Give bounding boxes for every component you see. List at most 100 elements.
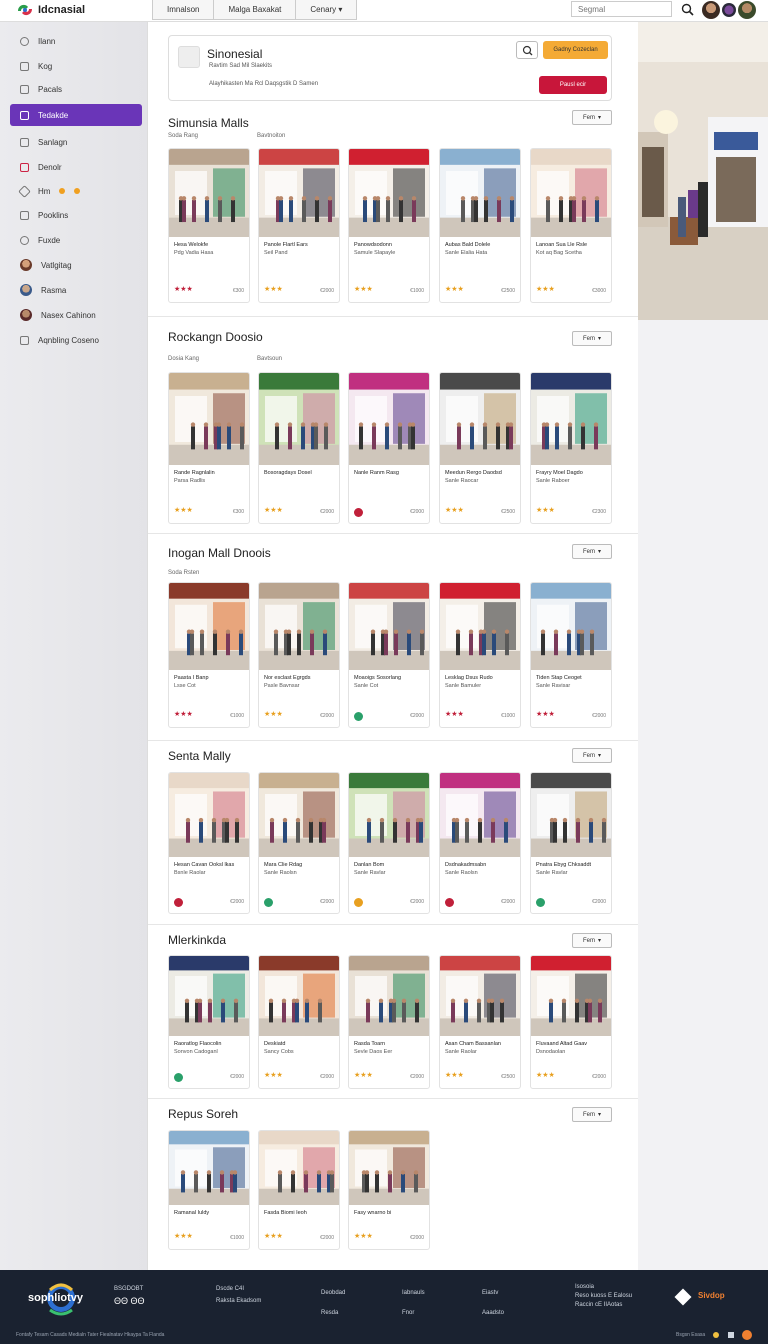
sidebar-item-8[interactable]: Pooklins [10, 204, 142, 226]
store-image[interactable] [440, 583, 521, 670]
footer-bottom-links[interactable]: Bsgsn Esasa [676, 1332, 705, 1338]
filter-dropdown[interactable]: Fem ▾ [572, 748, 612, 763]
footer-link[interactable]: Isosoia [575, 1283, 632, 1292]
store-image[interactable] [169, 373, 250, 465]
brand-logo-icon[interactable] [16, 2, 34, 18]
store-image[interactable] [349, 1131, 430, 1205]
filter-dropdown[interactable]: Fem ▾ [572, 933, 612, 948]
store-image[interactable] [349, 149, 430, 237]
sidebar-item-13[interactable]: Aqnbling Coseno [10, 329, 142, 351]
card-title[interactable]: Frayry Moel Dagdo [536, 470, 583, 477]
sidebar-item-7[interactable]: Hm [10, 180, 142, 202]
store-image[interactable] [440, 773, 521, 857]
footer-brand[interactable]: sophliotvy [28, 1292, 83, 1304]
card-title[interactable]: Hesan Cavan Ooksl lkas [174, 862, 234, 869]
secondary-action-button[interactable]: Pausl ecir [539, 76, 607, 94]
product-card[interactable]: Danlan Bom Sanle Ravlar €2000 [348, 772, 430, 914]
product-card[interactable]: Rande Ragnlalin Parsa Radlis ★★★ €300 [168, 372, 250, 524]
card-title[interactable]: Panole Flartl Ears [264, 242, 308, 249]
card-title[interactable]: Rande Ragnlalin [174, 470, 215, 477]
card-title[interactable]: Pnatra Ebyg Chksaddt [536, 862, 591, 869]
product-card[interactable]: Raoratlog Flaocolin Sonvon Cadoganl €2000 [168, 955, 250, 1089]
card-title[interactable]: Ramanal Iuldy [174, 1210, 209, 1217]
product-card[interactable]: Rasda Toarn Sevle Daos Eer ★★★ €2000 [348, 955, 430, 1089]
product-card[interactable]: Aubas Bald Dolele Sanle Elalia Hata ★★★ €25… [439, 148, 521, 303]
store-image[interactable] [440, 373, 521, 465]
product-card[interactable]: Hesa Welokfe Pdg Vadia Hasa ★★★ €300 [168, 148, 250, 303]
product-card[interactable]: Fasy wnarno bi ★★★ €2000 [348, 1130, 430, 1250]
product-card[interactable]: Deskiatd Sancy Cobs ★★★ €2000 [258, 955, 340, 1089]
header-search-button[interactable] [516, 41, 538, 59]
card-title[interactable]: Fluvaand Altad Gaav [536, 1041, 587, 1048]
card-title[interactable]: Bosoragdays Dosel [264, 470, 312, 477]
footer-link[interactable]: Fnor [402, 1303, 425, 1323]
sidebar-item-3[interactable]: Pacals [10, 78, 142, 100]
card-title[interactable]: Paasta I Banp [174, 675, 209, 682]
store-image[interactable] [440, 149, 521, 237]
card-title[interactable]: Rasda Toarn [354, 1041, 385, 1048]
product-card[interactable]: Lesklag Dsus Rudo Sanle Bamuler ★★★ €1000 [439, 582, 521, 728]
filter-dropdown[interactable]: Fem ▾ [572, 110, 612, 125]
footer-link[interactable]: Reso kuoss E Ealosu [575, 1292, 632, 1301]
settings-icon[interactable] [728, 1332, 734, 1338]
product-card[interactable]: Panowdsodonn Samule Slapayle ★★★ €1000 [348, 148, 430, 303]
footer-link[interactable]: Dscde C4I [216, 1283, 261, 1295]
card-title[interactable]: Hesa Welokfe [174, 242, 208, 249]
store-image[interactable] [259, 583, 340, 670]
footer-link[interactable]: Raksta Ekadsom [216, 1295, 261, 1307]
footer-link[interactable]: Deobdad [321, 1283, 345, 1303]
footer-link[interactable]: Aaadsto [482, 1303, 504, 1323]
card-title[interactable]: Danlan Bom [354, 862, 384, 869]
product-card[interactable]: Panole Flartl Ears Seil Pand ★★★ €2000 [258, 148, 340, 303]
card-title[interactable]: Lesklag Dsus Rudo [445, 675, 493, 682]
user-avatar-2[interactable] [722, 3, 736, 17]
product-card[interactable]: Fasda Biomi Ieoh ★★★ €2000 [258, 1130, 340, 1250]
card-title[interactable]: Dsdnakadmsabn [445, 862, 486, 869]
partner-logo-icon[interactable] [674, 1288, 692, 1306]
footer-link[interactable]: Eiastv [482, 1283, 504, 1303]
partner-name[interactable]: Sivdop [698, 1290, 725, 1302]
sidebar-item-active[interactable]: Tedakde [10, 104, 142, 126]
sidebar-item-12[interactable]: Nasex Cahinon [10, 304, 142, 326]
help-icon[interactable] [742, 1330, 752, 1340]
card-title[interactable]: Tiden Stap Ceoget [536, 675, 582, 682]
top-tab-3[interactable]: Cenary ▾ [296, 0, 356, 19]
product-card[interactable]: Nanle Ranm Rasg €2000 [348, 372, 430, 524]
product-card[interactable]: Frayry Moel Dagdo Sanle Raboer ★★★ €2300 [530, 372, 612, 524]
filter-dropdown[interactable]: Fem ▾ [572, 331, 612, 346]
search-input[interactable] [571, 1, 672, 17]
footer-link[interactable]: Resda [321, 1303, 345, 1323]
card-title[interactable]: Mara Clie Rdag [264, 862, 302, 869]
product-card[interactable]: Fluvaand Altad Gaav Dsnodaolan ★★★ €2000 [530, 955, 612, 1089]
card-title[interactable]: Meedun Rergo Daodsd [445, 470, 502, 477]
search-icon[interactable] [681, 3, 694, 16]
store-image[interactable] [349, 583, 430, 670]
card-title[interactable]: Aubas Bald Dolele [445, 242, 490, 249]
store-image[interactable] [531, 956, 612, 1036]
store-image[interactable] [349, 956, 430, 1036]
filter-dropdown[interactable]: Fem ▾ [572, 1107, 612, 1122]
product-card[interactable]: Mara Clie Rdag Sanle Raolsn €2000 [258, 772, 340, 914]
brand-name[interactable]: Idcnasial [38, 4, 85, 16]
product-card[interactable]: Pnatra Ebyg Chksaddt Sanle Ravlar €2000 [530, 772, 612, 914]
filter-dropdown[interactable]: Fem ▾ [572, 544, 612, 559]
product-card[interactable]: Hesan Cavan Ooksl lkas Bsnle Raolar €2000 [168, 772, 250, 914]
sidebar-item-10[interactable]: Vatlgitag [10, 254, 142, 276]
card-title[interactable]: Asan Cham Bassanlan [445, 1041, 501, 1048]
card-title[interactable]: Panowdsodonn [354, 242, 392, 249]
sidebar-item-2[interactable]: Kog [10, 55, 142, 77]
sidebar-item-6[interactable]: Denolr [10, 156, 142, 178]
store-image[interactable] [259, 1131, 340, 1205]
product-card[interactable]: Meedun Rergo Daodsd Sanle Raocar ★★★ €2500 [439, 372, 521, 524]
user-avatar-3[interactable] [738, 1, 756, 19]
store-image[interactable] [349, 773, 430, 857]
store-image[interactable] [531, 373, 612, 465]
store-image[interactable] [169, 773, 250, 857]
card-title[interactable]: Raoratlog Flaocolin [174, 1041, 221, 1048]
sidebar-item-1[interactable]: Ilann [10, 30, 142, 52]
footer-link[interactable]: Raccin cE IIAotas [575, 1301, 632, 1310]
store-image[interactable] [169, 1131, 250, 1205]
product-card[interactable]: Dsdnakadmsabn Sanle Raolsn €2000 [439, 772, 521, 914]
product-card[interactable]: Moaoigs Sosorlang Sanle Cot €2000 [348, 582, 430, 728]
store-image[interactable] [440, 956, 521, 1036]
